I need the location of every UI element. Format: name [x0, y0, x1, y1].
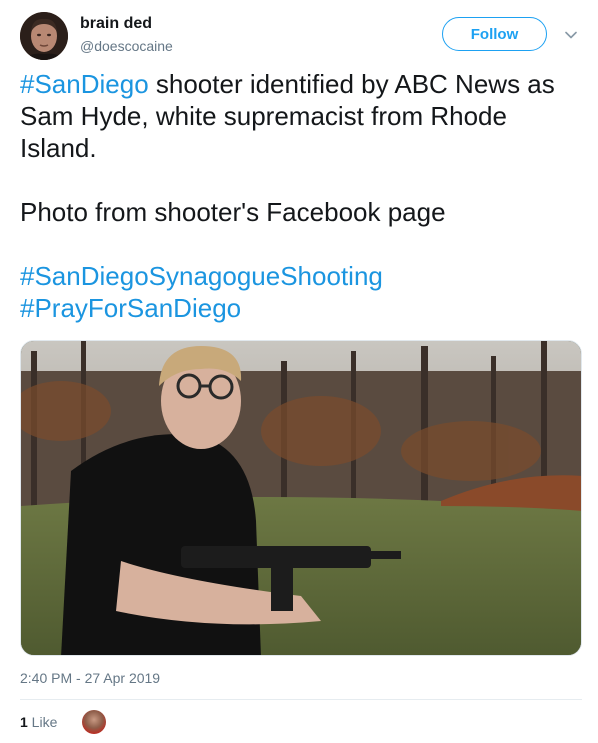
tweet-photo[interactable] — [20, 340, 582, 656]
tweet: brain ded @doescocaine Follow #SanDiego … — [0, 0, 598, 743]
hashtag-sandiegosynagogueshooting[interactable]: #SanDiegoSynagogueShooting — [20, 261, 383, 291]
hashtag-sandiego[interactable]: #SanDiego — [20, 69, 149, 99]
tweet-text: #SanDiego shooter identified by ABC News… — [20, 68, 585, 324]
author-avatar[interactable] — [20, 12, 68, 60]
chevron-down-icon[interactable] — [563, 27, 579, 43]
author-display-name[interactable]: brain ded — [80, 15, 152, 33]
author-handle[interactable]: @doescocaine — [80, 38, 173, 54]
hashtag-prayforsandiego[interactable]: #PrayForSanDiego — [20, 293, 241, 323]
likes-count[interactable]: 1 Like — [20, 714, 57, 730]
likes-label: Like — [27, 714, 58, 730]
likes-number: 1 — [20, 714, 28, 730]
tweet-paragraph-1: #SanDiego shooter identified by ABC News… — [20, 68, 585, 164]
liker-avatar[interactable] — [82, 710, 106, 734]
follow-button[interactable]: Follow — [442, 17, 547, 51]
divider — [20, 699, 582, 700]
tweet-paragraph-2: Photo from shooter's Facebook page — [20, 197, 446, 227]
tweet-timestamp[interactable]: 2:40 PM - 27 Apr 2019 — [20, 670, 160, 686]
